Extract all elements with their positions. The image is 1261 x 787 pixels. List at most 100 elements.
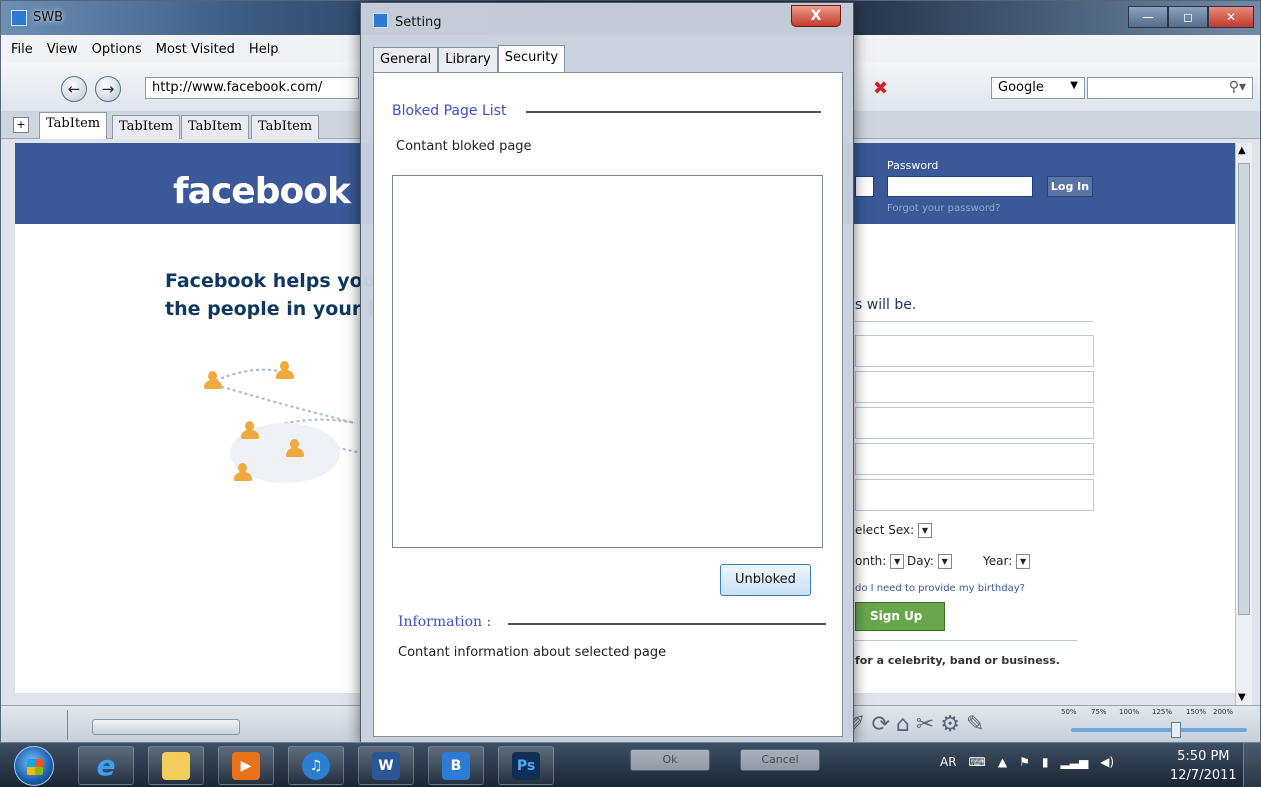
month-select[interactable]: onth: ▼ — [855, 554, 905, 569]
arrow-left-icon: ← — [67, 80, 81, 98]
day-select[interactable]: Day: ▼ — [907, 554, 952, 569]
chevron-down-icon: ▼ — [1016, 554, 1031, 569]
year-select[interactable]: Year: ▼ — [983, 554, 1031, 569]
maximize-button[interactable]: ◻ — [1168, 6, 1208, 28]
menu-most-visited[interactable]: Most Visited — [156, 42, 235, 57]
app-icon: B — [442, 751, 470, 780]
email-field[interactable] — [855, 176, 874, 197]
taskbar-explorer[interactable] — [148, 746, 204, 785]
tab-library[interactable]: Library — [438, 47, 498, 73]
scroll-thumb[interactable] — [1238, 163, 1250, 615]
taskbar-word[interactable]: W — [358, 746, 414, 785]
clock[interactable]: 5:50 PM 12/7/2011 — [1170, 747, 1237, 785]
search-engine-label: Google — [998, 80, 1044, 95]
scroll-down-icon[interactable]: ▼ — [1238, 692, 1246, 703]
dialog-close-button[interactable]: X — [791, 5, 841, 27]
clock-date: 12/7/2011 — [1170, 768, 1237, 783]
scroll-up-icon[interactable]: ▲ — [1238, 145, 1246, 156]
security-panel: Bloked Page List Contant bloked page Unb… — [373, 72, 843, 737]
search-input[interactable]: ⚲▾ — [1087, 77, 1253, 99]
forgot-password-link[interactable]: Forgot your password? — [887, 203, 1000, 214]
show-desktop-button[interactable] — [1243, 743, 1261, 787]
signal-icon[interactable]: ▂▃▅ — [1060, 755, 1088, 769]
sex-select[interactable]: elect Sex: ▼ — [855, 523, 932, 538]
settings-icon[interactable]: ⚙ — [940, 712, 960, 737]
signup-intro-text: s will be. — [855, 297, 917, 313]
divider — [855, 321, 1093, 322]
signup-button[interactable]: Sign Up — [855, 602, 945, 631]
person-icon — [203, 371, 222, 391]
chevron-down-icon: ▼ — [917, 523, 932, 538]
new-password-field[interactable] — [855, 479, 1094, 511]
zoom-label-200: 200% — [1213, 708, 1234, 716]
birthday-help-link[interactable]: do I need to provide my birthday? — [855, 583, 1025, 594]
facebook-tagline: Facebook helps you the people in your li — [165, 267, 381, 323]
tab-security[interactable]: Security — [497, 45, 566, 73]
network-icon[interactable]: ▮ — [1042, 755, 1049, 769]
divider — [526, 111, 821, 113]
reenter-email-field[interactable] — [855, 443, 1094, 475]
zoom-slider-thumb[interactable] — [1171, 722, 1181, 738]
create-page-link[interactable]: for a celebrity, band or business. — [855, 654, 1060, 667]
start-button[interactable] — [14, 746, 54, 786]
taskbar-swb[interactable]: B — [428, 746, 484, 785]
unblock-button[interactable]: Unbloked — [720, 564, 811, 596]
favorites-icon[interactable]: ✎ — [966, 712, 984, 737]
divider — [855, 640, 1077, 641]
menu-help[interactable]: Help — [249, 42, 279, 57]
cancel-button[interactable]: Cancel — [740, 749, 820, 771]
refresh-icon[interactable]: ⟳ — [871, 712, 889, 737]
language-indicator[interactable]: AR — [940, 755, 957, 769]
horizontal-scrollbar[interactable] — [92, 719, 240, 735]
forward-button[interactable]: → — [95, 76, 121, 102]
dialog-tabs: General Library Security — [373, 45, 566, 73]
tab-general[interactable]: General — [373, 47, 439, 73]
information-title: Information : — [398, 614, 492, 630]
tab-item-4[interactable]: TabItem — [251, 115, 320, 139]
zoom-label-100: 100% — [1119, 708, 1140, 716]
keyboard-icon[interactable]: ⌨ — [969, 755, 986, 769]
year-select-label: Year: — [983, 554, 1013, 568]
volume-icon[interactable]: ◀) — [1100, 755, 1114, 769]
word-icon: W — [372, 751, 400, 780]
home-icon[interactable]: ⌂ — [896, 712, 910, 737]
blocked-page-list[interactable] — [392, 175, 823, 548]
close-button[interactable]: ✕ — [1208, 6, 1254, 28]
email-signup-field[interactable] — [855, 407, 1094, 439]
folder-icon — [162, 751, 190, 780]
tab-item-1[interactable]: TabItem — [39, 112, 108, 139]
tab-item-3[interactable]: TabItem — [181, 115, 250, 139]
search-icon[interactable]: ⚲▾ — [1229, 79, 1246, 95]
vertical-scrollbar[interactable]: ▲ ▼ — [1235, 143, 1252, 705]
stop-icon[interactable]: ✖ — [873, 78, 888, 99]
ok-button[interactable]: Ok — [630, 749, 710, 771]
taskbar-ie[interactable]: e — [78, 746, 134, 785]
menu-file[interactable]: File — [11, 42, 33, 57]
flag-icon[interactable]: ⚑ — [1019, 755, 1030, 769]
login-button[interactable]: Log In — [1047, 176, 1093, 197]
tray-expand-icon[interactable]: ▲ — [998, 755, 1007, 769]
first-name-field[interactable] — [855, 335, 1094, 367]
taskbar-media[interactable]: ▶ — [218, 746, 274, 785]
dialog-footer-buttons: Ok Cancel — [630, 749, 820, 771]
ie-icon: e — [96, 749, 116, 782]
tab-item-2[interactable]: TabItem — [112, 115, 181, 139]
password-field[interactable] — [887, 176, 1033, 197]
media-player-icon: ▶ — [232, 751, 260, 780]
sex-select-label: elect Sex: — [855, 523, 915, 537]
zoom-slider-track[interactable] — [1071, 728, 1247, 732]
blocked-caption: Contant bloked page — [396, 139, 532, 154]
search-engine-select[interactable]: Google ▼ — [991, 77, 1085, 99]
back-button[interactable]: ← — [61, 76, 87, 102]
taskbar-itunes[interactable]: ♫ — [288, 746, 344, 785]
menu-view[interactable]: View — [47, 42, 78, 57]
address-input[interactable]: http://www.facebook.com/ — [145, 77, 359, 99]
new-tab-button[interactable]: + — [13, 117, 29, 133]
menu-options[interactable]: Options — [92, 42, 142, 57]
taskbar-photoshop[interactable]: Ps — [498, 746, 554, 785]
facebook-logo[interactable]: facebook — [173, 171, 351, 212]
tools-icon[interactable]: ✂ — [916, 712, 934, 737]
chevron-down-icon: ▼ — [937, 554, 952, 569]
last-name-field[interactable] — [855, 371, 1094, 403]
minimize-button[interactable]: — — [1128, 6, 1168, 28]
